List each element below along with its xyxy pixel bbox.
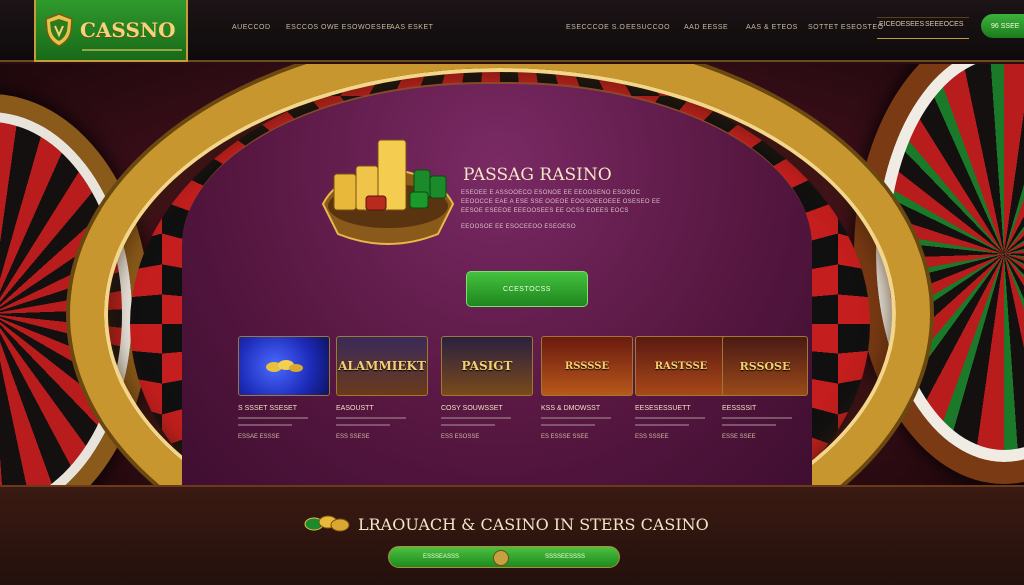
bottom-cta-left-label: ESSSEASSS <box>423 554 460 560</box>
nav-item-4[interactable]: ESECCCOE S.O <box>566 24 625 31</box>
game-thumbnail[interactable]: RASTSSE <box>635 336 727 396</box>
card-text-line <box>541 424 595 426</box>
account-link-1[interactable]: EICEOESEES <box>879 21 924 28</box>
game-card-link[interactable]: ESS ESOSSE <box>441 434 533 440</box>
game-card[interactable]: RSSOSE EESSSSIT ESSE SSEE <box>722 336 814 440</box>
nav-item-6[interactable]: AAD EESSE <box>684 24 728 31</box>
game-card[interactable]: RASTSSE EESESESSUETT ESS SSSEE <box>635 336 727 440</box>
game-card-link[interactable]: ESSE SSEE <box>722 434 814 440</box>
hero-title: PASSAG RASINO <box>463 165 612 185</box>
game-card-title: EESSSSIT <box>722 405 757 412</box>
shield-logo-icon <box>45 13 73 47</box>
game-card[interactable]: S SSSET SSESET ESSAE ESSSE <box>238 336 330 440</box>
bottom-title: LRAOUACH & CASINO IN STERS CASINO <box>358 515 709 534</box>
coin-icon <box>266 360 303 372</box>
bottom-cta-right-label: SSSSEESSSS <box>545 554 586 560</box>
game-thumbnail[interactable]: RSSOSE <box>722 336 808 396</box>
card-text-line <box>722 417 792 419</box>
game-card-title: KSS & DMOWSST <box>541 405 601 412</box>
card-text-line <box>336 417 406 419</box>
card-text-line <box>336 424 390 426</box>
game-thumbnail[interactable]: ALAMMIEKT <box>336 336 428 396</box>
logo-text: CASSNO <box>80 18 176 42</box>
coin-icon <box>493 550 509 566</box>
nav-item-8[interactable]: SOTTET ESEOSTEO <box>808 24 883 31</box>
card-text-line <box>541 417 611 419</box>
nav-item-5[interactable]: EESUCCOO <box>626 24 670 31</box>
casino-logo[interactable]: CASSNO <box>34 0 188 62</box>
game-card-title: S SSSET SSESET <box>238 405 298 412</box>
nav-item-7[interactable]: AAS & ETEOS <box>746 24 798 31</box>
game-card-link[interactable]: ESS SSESE <box>336 434 428 440</box>
bottom-banner: LRAOUACH & CASINO IN STERS CASINO ESSSEA… <box>0 485 1024 585</box>
account-link-2[interactable]: SEEEOCES <box>925 21 964 28</box>
card-text-line <box>722 424 776 426</box>
card-text-line <box>441 417 511 419</box>
top-navbar: CASSNO AUECCOD ESCCOS OWE ESOWOESEE AAS … <box>0 0 1024 62</box>
nav-item-3[interactable]: AAS ESKET <box>390 24 433 31</box>
game-card-title: EESESESSUETT <box>635 405 691 412</box>
game-card-title: EASOUSTT <box>336 405 374 412</box>
game-card[interactable]: RSSSSE KSS & DMOWSST ES ESSSE SSEE <box>541 336 633 440</box>
card-text-line <box>441 424 495 426</box>
casino-chips-icon <box>304 515 350 532</box>
hero-description-line: EEOOSOE EE ESOCEEOO ESEOESO <box>461 224 576 230</box>
game-card-link[interactable]: ESS SSSEE <box>635 434 727 440</box>
game-card-link[interactable]: ESSAE ESSSE <box>238 434 330 440</box>
header-signup-button[interactable]: 96 SSEE <box>981 14 1024 38</box>
casino-chips-icon <box>321 139 455 245</box>
card-text-line <box>635 424 689 426</box>
card-text-line <box>635 417 705 419</box>
bottom-cta-button[interactable]: ESSSEASSS SSSSEESSSS <box>388 546 620 568</box>
game-thumbnail[interactable]: RSSSSE <box>541 336 633 396</box>
nav-item-1[interactable]: AUECCOD <box>232 24 271 31</box>
game-card-title: COSY SOUWSSET <box>441 405 503 412</box>
hero-cta-button[interactable]: CCESTOCSS <box>466 271 588 307</box>
card-text-line <box>238 417 308 419</box>
hero-stage: PASSAG RASINO ESEOEE E ASSOOECO ESONOE E… <box>0 64 1024 485</box>
account-links: EICEOESEES SEEEOCES <box>877 17 969 39</box>
game-thumbnail[interactable] <box>238 336 330 396</box>
game-thumbnail[interactable]: PASIGT <box>441 336 533 396</box>
logo-tagline <box>82 49 182 51</box>
game-card[interactable]: PASIGT COSY SOUWSSET ESS ESOSSE <box>441 336 533 440</box>
game-card-link[interactable]: ES ESSSE SSEE <box>541 434 633 440</box>
card-text-line <box>238 424 292 426</box>
game-card[interactable]: ALAMMIEKT EASOUSTT ESS SSESE <box>336 336 428 440</box>
hero-description-line: EESOE ESEEOE EEEOOSEES EE OCSS EOEES EOC… <box>461 208 629 214</box>
nav-item-2[interactable]: ESCCOS OWE ESOWOESEE <box>286 24 392 31</box>
hero-description-line: ESEOEE E ASSOOECO ESONOE EE EEOOSENO ESO… <box>461 190 641 196</box>
hero-description-line: EEOOCCE EAE A ESE SSE OOEOE EOOSOEEOEEE … <box>461 199 661 205</box>
